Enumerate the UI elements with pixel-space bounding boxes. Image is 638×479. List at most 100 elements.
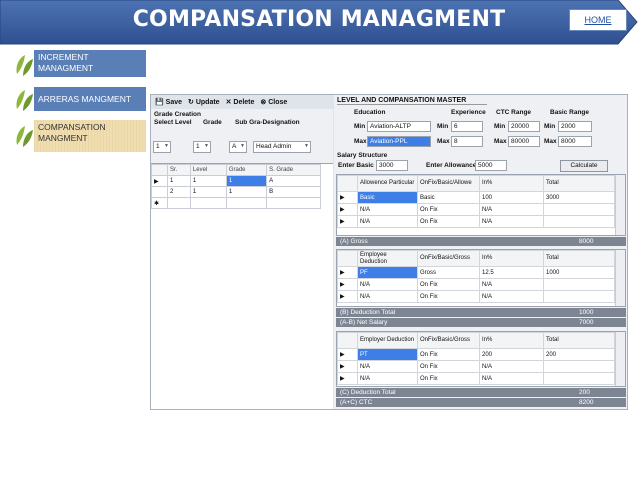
cell[interactable]: PT [357, 348, 418, 361]
table-row[interactable]: ▶ N/A On Fix N/A [337, 278, 615, 291]
basic-max-input[interactable]: 8000 [558, 136, 592, 147]
cell[interactable]: On Fix [417, 372, 480, 385]
column-header: In% [479, 250, 544, 267]
table-row[interactable]: ▶ N/A On Fix N/A [337, 290, 615, 303]
cell[interactable]: N/A [479, 360, 544, 373]
allowance-table-header: Allowence Particular OnFix/Basic/Allowe … [337, 175, 615, 192]
cell[interactable]: 1 [225, 186, 268, 198]
save-button[interactable]: 💾 Save [155, 98, 182, 106]
cell[interactable]: On Fix [417, 360, 480, 373]
experience-min-input[interactable]: 6 [451, 121, 483, 132]
close-button[interactable]: ⊗ Close [260, 98, 287, 106]
cell[interactable]: N/A [357, 215, 418, 228]
max-label: Max [544, 138, 557, 145]
cell[interactable]: N/A [479, 372, 544, 385]
cell[interactable]: Basic [417, 191, 480, 204]
education-min-select[interactable]: Aviation-ALTP [367, 121, 431, 132]
level-select[interactable]: 1 ▼ [153, 141, 171, 153]
cell[interactable]: N/A [479, 278, 544, 291]
cell[interactable]: 200 [543, 348, 615, 361]
cell[interactable]: 1000 [543, 266, 615, 279]
cell[interactable]: PF [357, 266, 418, 279]
page-title: COMPANSATION MANAGMENT [132, 7, 506, 32]
update-button[interactable]: ↻ Update [188, 98, 220, 106]
cell[interactable]: On Fix [417, 215, 480, 228]
column-header: S. Grade [266, 164, 321, 176]
employer-deduction-table: Employer Deduction OnFix/Basic/Gross In%… [336, 331, 626, 387]
cell[interactable]: On Fix [417, 203, 480, 216]
chevron-down-icon: ▼ [204, 143, 209, 149]
cell[interactable] [543, 372, 615, 385]
cell[interactable]: 100 [479, 191, 544, 204]
cell[interactable] [225, 197, 268, 209]
grade-select[interactable]: 1 ▼ [193, 141, 211, 153]
cell[interactable]: On Fix [417, 278, 480, 291]
table-row[interactable]: 2 1 1 B [151, 186, 321, 198]
column-header: OnFix/Basic/Gross [417, 250, 480, 267]
cell[interactable]: N/A [357, 203, 418, 216]
cell[interactable]: N/A [479, 290, 544, 303]
scrollbar[interactable] [615, 332, 625, 386]
column-header: OnFix/Basic/Gross [417, 332, 480, 349]
cell[interactable]: N/A [357, 372, 418, 385]
nav-arreras-mangment[interactable]: ARRERAS MANGMENT [34, 87, 146, 111]
scrollbar[interactable] [615, 175, 625, 235]
cell[interactable]: 1 [167, 175, 191, 187]
table-row[interactable]: ▶ PT On Fix 200 200 [337, 348, 615, 361]
cell[interactable]: N/A [357, 360, 418, 373]
table-row[interactable]: ▶ Basic Basic 100 3000 [337, 191, 615, 204]
header-banner: COMPANSATION MANAGMENT HOME [0, 0, 638, 46]
delete-button[interactable]: ✕ Delete [226, 98, 255, 106]
chevron-down-icon: ▼ [164, 143, 169, 149]
table-row[interactable]: ✱ [151, 197, 321, 209]
cell[interactable]: 1 [189, 175, 227, 187]
cell[interactable] [543, 215, 615, 228]
table-row[interactable]: ▶ 1 1 1 A [151, 175, 321, 187]
cell[interactable]: N/A [357, 278, 418, 291]
cell[interactable] [543, 290, 615, 303]
cell[interactable]: 3000 [543, 191, 615, 204]
cell[interactable]: 1 [189, 186, 227, 198]
calculate-button[interactable]: Calculate [560, 160, 608, 172]
cell[interactable]: On Fix [417, 290, 480, 303]
scrollbar[interactable] [615, 250, 625, 306]
education-max-select[interactable]: Aviation-PPL [367, 136, 431, 147]
cell[interactable]: 200 [479, 348, 544, 361]
nav-compansation-mangment[interactable]: COMPANSATION MANGMENT [34, 120, 146, 152]
cell[interactable]: 2 [167, 186, 191, 198]
experience-max-input[interactable]: 8 [451, 136, 483, 147]
allowance-input[interactable]: 5000 [475, 160, 507, 171]
cell[interactable] [543, 360, 615, 373]
cell[interactable] [189, 197, 227, 209]
cell[interactable] [266, 197, 321, 209]
nav-increment-managment[interactable]: INCREMENT MANAGMENT [34, 50, 146, 77]
cell[interactable]: N/A [479, 215, 544, 228]
cell[interactable]: 12.5 [479, 266, 544, 279]
table-row[interactable]: ▶ N/A On Fix N/A [337, 215, 615, 228]
home-link[interactable]: HOME [569, 9, 627, 31]
designation-select[interactable]: Head Admin ▼ [253, 141, 311, 153]
cell[interactable]: Basic [357, 191, 418, 204]
grade-creation-title: Grade Creation [154, 111, 201, 118]
ctc-min-input[interactable]: 20000 [508, 121, 540, 132]
basic-min-input[interactable]: 2000 [558, 121, 592, 132]
cell[interactable] [543, 278, 615, 291]
table-row[interactable]: ▶ PF Gross 12.5 1000 [337, 266, 615, 279]
table-row[interactable]: ▶ N/A On Fix N/A [337, 372, 615, 385]
min-label: Min [494, 123, 506, 130]
ctc-max-input[interactable]: 80000 [508, 136, 540, 147]
cell[interactable]: B [266, 186, 321, 198]
cell[interactable] [543, 203, 615, 216]
cell[interactable] [167, 197, 191, 209]
cell[interactable]: N/A [479, 203, 544, 216]
basic-input[interactable]: 3000 [376, 160, 408, 171]
column-header: Sr. [167, 164, 191, 176]
cell[interactable]: Gross [417, 266, 480, 279]
cell[interactable]: On Fix [417, 348, 480, 361]
cell[interactable]: A [266, 175, 321, 187]
table-row[interactable]: ▶ N/A On Fix N/A [337, 203, 615, 216]
sub-grade-select[interactable]: A ▼ [229, 141, 247, 153]
cell[interactable]: 1 [225, 175, 268, 187]
cell[interactable]: N/A [357, 290, 418, 303]
table-row[interactable]: ▶ N/A On Fix N/A [337, 360, 615, 373]
